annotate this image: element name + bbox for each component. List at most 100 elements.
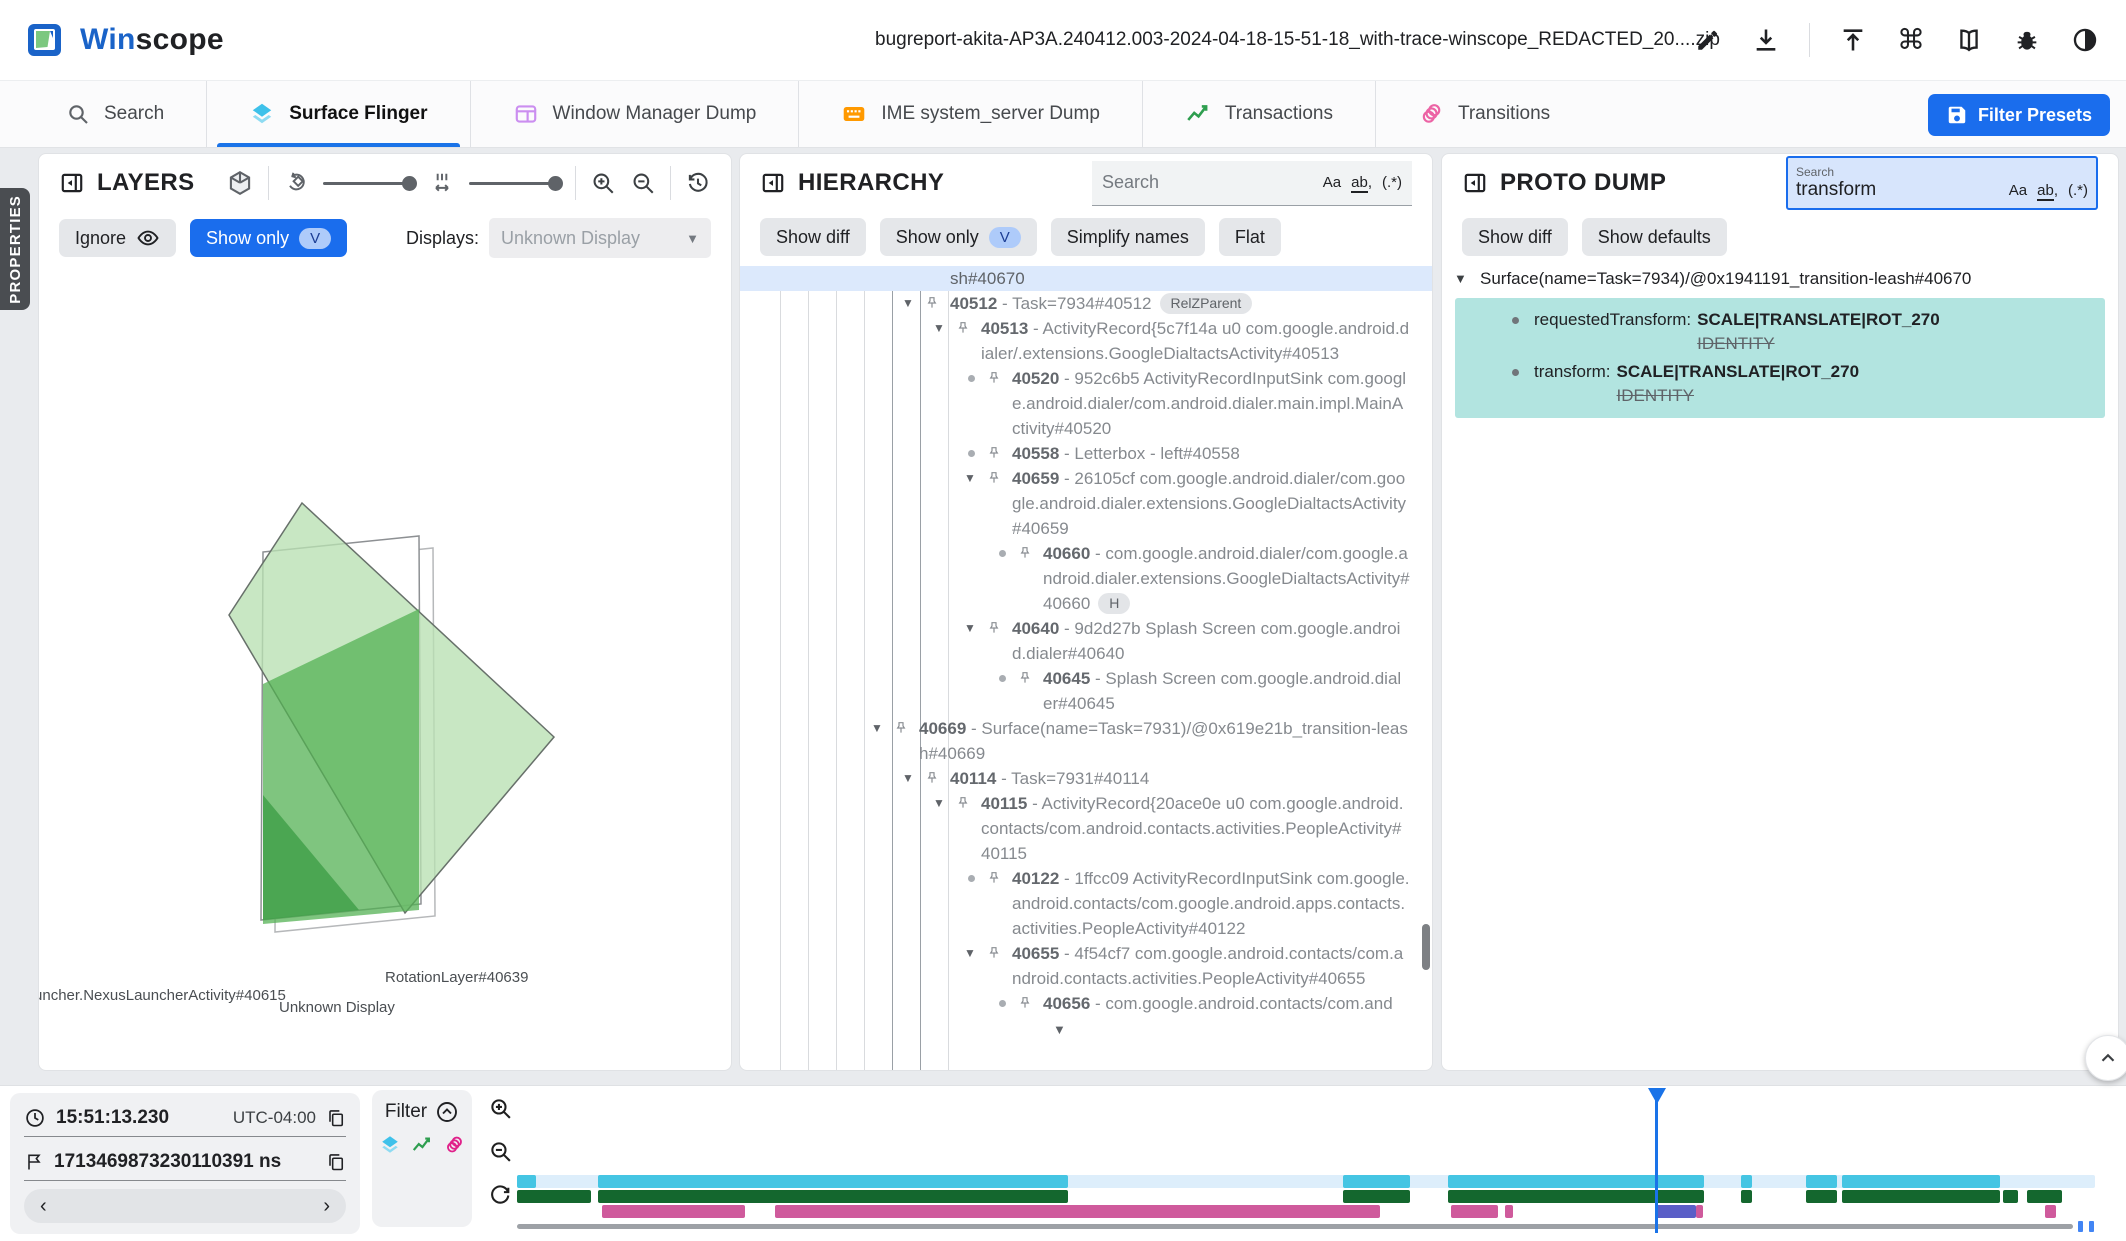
hierarchy-scrollbar-thumb[interactable]: [1422, 924, 1430, 970]
transactions-track-segment[interactable]: [1842, 1190, 2000, 1203]
tree-node[interactable]: ▼40114 - Task=7931#40114: [740, 766, 1432, 791]
match-case-icon[interactable]: Aa: [1323, 174, 1341, 191]
filter-presets-button[interactable]: Filter Presets: [1928, 94, 2110, 136]
zoom-out-icon[interactable]: [630, 170, 656, 196]
3d-view-icon[interactable]: [226, 169, 254, 197]
expand-arrow-icon[interactable]: ▼: [964, 616, 976, 641]
ignore-button[interactable]: Ignore: [59, 219, 176, 257]
hierarchy-show-only-button[interactable]: Show only V: [880, 218, 1037, 256]
transactions-filter-icon[interactable]: [411, 1134, 433, 1156]
transitions-track-segment[interactable]: [1505, 1205, 1513, 1218]
transitions-filter-icon[interactable]: [443, 1134, 465, 1156]
hierarchy-show-diff-button[interactable]: Show diff: [760, 218, 866, 256]
tab-transactions[interactable]: Transactions: [1142, 81, 1375, 147]
tree-node[interactable]: 40520 - 952c6b5 ActivityRecordInputSink …: [740, 366, 1432, 441]
tree-node[interactable]: ▼40512 - Task=7934#40512RelZParent: [740, 291, 1432, 316]
show-only-button[interactable]: Show only V: [190, 219, 347, 257]
collapse-panel-icon[interactable]: [1462, 170, 1488, 196]
pin-icon[interactable]: [986, 870, 1002, 886]
surfaceflinger-track-segment[interactable]: [1448, 1175, 1704, 1188]
match-word-icon[interactable]: ab,: [1351, 174, 1372, 191]
playhead-line[interactable]: [1655, 1088, 1658, 1233]
surfaceflinger-track-segment[interactable]: [598, 1175, 1068, 1188]
tab-surface-flinger[interactable]: Surface Flinger: [206, 81, 469, 147]
properties-side-tab[interactable]: PROPERTIES: [0, 188, 30, 310]
documentation-icon[interactable]: [1954, 25, 1984, 55]
proto-search-input[interactable]: Search transform Aa ab, (.*): [1786, 156, 2098, 210]
surfaceflinger-track-segment[interactable]: [1842, 1175, 2000, 1188]
tab-ime-dump[interactable]: IME system_server Dump: [798, 81, 1142, 147]
download-icon[interactable]: [1751, 25, 1781, 55]
pin-icon[interactable]: [1017, 545, 1033, 561]
transactions-track-segment[interactable]: [1806, 1190, 1838, 1203]
timeline-scrollbar[interactable]: [517, 1224, 2073, 1229]
rotation-slider[interactable]: [323, 182, 415, 185]
next-frame-button[interactable]: ›: [323, 1195, 330, 1218]
pin-icon[interactable]: [1017, 995, 1033, 1011]
proto-show-defaults-button[interactable]: Show defaults: [1582, 218, 1727, 256]
tree-node[interactable]: ▼40659 - 26105cf com.google.android.dial…: [740, 466, 1432, 541]
simplify-names-button[interactable]: Simplify names: [1051, 218, 1205, 256]
tree-node[interactable]: 40558 - Letterbox - left#40558: [740, 441, 1432, 466]
proto-property[interactable]: requestedTransform:SCALE|TRANSLATE|ROT_2…: [1455, 308, 2105, 356]
report-bug-icon[interactable]: [2012, 25, 2042, 55]
dark-mode-icon[interactable]: [2070, 25, 2100, 55]
transactions-track-segment[interactable]: [1741, 1190, 1752, 1203]
match-regex-icon[interactable]: (.*): [2068, 182, 2088, 199]
expand-arrow-icon[interactable]: ▼: [1454, 266, 1467, 292]
transitions-track-segment[interactable]: [602, 1205, 744, 1218]
match-word-icon[interactable]: ab,: [2037, 182, 2058, 199]
pin-icon[interactable]: [955, 320, 971, 336]
collapse-panel-icon[interactable]: [59, 170, 85, 196]
previous-frame-button[interactable]: ‹: [40, 1195, 47, 1218]
proto-show-diff-button[interactable]: Show diff: [1462, 218, 1568, 256]
collapse-panel-icon[interactable]: [760, 170, 786, 196]
expand-arrow-icon[interactable]: ▼: [933, 791, 945, 816]
transitions-track-segment[interactable]: [2045, 1205, 2056, 1218]
tree-node[interactable]: sh#40670: [740, 266, 1432, 291]
copy-icon[interactable]: [326, 1152, 346, 1172]
tree-node[interactable]: ▼40513 - ActivityRecord{5c7f14a u0 com.g…: [740, 316, 1432, 366]
expand-arrow-icon[interactable]: ▼: [933, 316, 945, 341]
pin-icon[interactable]: [1017, 670, 1033, 686]
tree-node[interactable]: ▼40115 - ActivityRecord{20ace0e u0 com.g…: [740, 791, 1432, 866]
pin-icon[interactable]: [986, 445, 1002, 461]
tree-node[interactable]: 40660 - com.google.android.dialer/com.go…: [740, 541, 1432, 616]
selected-transition-segment[interactable]: [1655, 1205, 1696, 1218]
chevron-down-icon[interactable]: ▼: [1053, 1022, 1066, 1037]
displays-dropdown[interactable]: Unknown Display ▼: [489, 218, 711, 258]
pin-icon[interactable]: [986, 620, 1002, 636]
tree-node[interactable]: ▼40640 - 9d2d27b Splash Screen com.googl…: [740, 616, 1432, 666]
shortcuts-icon[interactable]: ⌘: [1896, 25, 1926, 55]
transactions-track-segment[interactable]: [1343, 1190, 1409, 1203]
tab-transitions[interactable]: Transitions: [1375, 81, 1592, 147]
edit-file-icon[interactable]: [1693, 25, 1723, 55]
match-case-icon[interactable]: Aa: [2009, 182, 2027, 199]
copy-icon[interactable]: [326, 1108, 346, 1128]
zoom-in-icon[interactable]: [590, 170, 616, 196]
layers-3d-canvas[interactable]: RotationLayer#40639 xuslauncher.NexusLau…: [39, 365, 732, 1065]
tree-node[interactable]: 40645 - Splash Screen com.google.android…: [740, 666, 1432, 716]
transitions-track-segment[interactable]: [1451, 1205, 1498, 1218]
expand-arrow-icon[interactable]: ▼: [964, 466, 976, 491]
proto-root-node[interactable]: ▼ Surface(name=Task=7934)/@0x1941191_tra…: [1442, 266, 2118, 292]
surfaceflinger-track-segment[interactable]: [1343, 1175, 1409, 1188]
surfaceflinger-track-segment[interactable]: [517, 1175, 536, 1188]
tab-search[interactable]: Search: [24, 81, 206, 147]
transactions-track-segment[interactable]: [1448, 1190, 1704, 1203]
expand-arrow-icon[interactable]: ▼: [902, 291, 914, 316]
transactions-track-segment[interactable]: [598, 1190, 1068, 1203]
pin-icon[interactable]: [893, 720, 909, 736]
surfaceflinger-track-segment[interactable]: [1741, 1175, 1752, 1188]
transactions-track-segment[interactable]: [2027, 1190, 2062, 1203]
expand-arrow-icon[interactable]: ▼: [902, 766, 914, 791]
pin-icon[interactable]: [986, 945, 1002, 961]
pin-icon[interactable]: [924, 770, 940, 786]
scroll-to-top-button[interactable]: [2085, 1035, 2126, 1081]
tab-window-manager-dump[interactable]: Window Manager Dump: [470, 81, 799, 147]
pin-icon[interactable]: [924, 295, 940, 311]
match-regex-icon[interactable]: (.*): [1382, 174, 1402, 191]
proto-property[interactable]: transform:SCALE|TRANSLATE|ROT_270IDENTIT…: [1455, 360, 2105, 408]
hierarchy-search-input[interactable]: Search Aa ab, (.*): [1092, 161, 1412, 206]
timeline-zoom-in-icon[interactable]: [488, 1096, 513, 1121]
